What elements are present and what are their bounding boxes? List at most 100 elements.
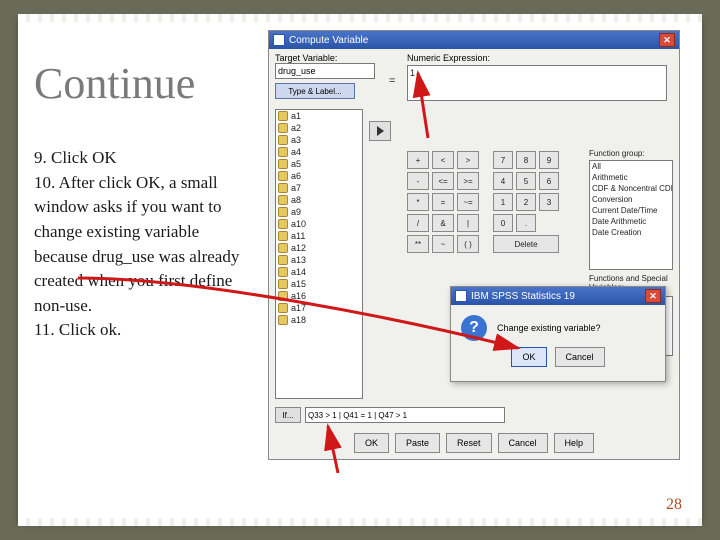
calc-key[interactable]: 7 [493,151,513,169]
calc-key[interactable]: > [457,151,479,169]
target-variable-area: Target Variable: Type & Label... [275,53,385,99]
variable-icon [278,159,288,169]
calc-key[interactable]: | [457,214,479,232]
calc-key[interactable]: . [516,214,536,232]
variable-item[interactable]: a15 [276,278,362,290]
function-group-item[interactable]: CDF & Noncentral CDF [590,183,672,194]
variable-item[interactable]: a12 [276,242,362,254]
confirm-message-row: ? Change existing variable? [451,305,665,347]
calc-key[interactable]: / [407,214,429,232]
function-group-item[interactable]: All [590,161,672,172]
variable-item[interactable]: a7 [276,182,362,194]
ok-button[interactable]: OK [354,433,389,453]
calc-key[interactable]: = [432,193,454,211]
confirm-ok-button[interactable]: OK [511,347,546,367]
variable-item[interactable]: a18 [276,314,362,326]
variable-item[interactable]: a4 [276,146,362,158]
confirm-titlebar[interactable]: IBM SPSS Statistics 19 ✕ [451,287,665,305]
variable-label: a11 [291,231,305,241]
confirm-cancel-button[interactable]: Cancel [555,347,605,367]
calc-key[interactable]: - [407,172,429,190]
calc-key[interactable]: & [432,214,454,232]
variable-item[interactable]: a3 [276,134,362,146]
variable-icon [278,135,288,145]
variable-item[interactable]: a13 [276,254,362,266]
function-group-label: Function group: [589,149,673,158]
move-to-expression-button[interactable] [369,121,391,141]
variable-label: a17 [291,303,306,313]
variable-icon [278,195,288,205]
variable-item[interactable]: a17 [276,302,362,314]
function-group-item[interactable]: Conversion [590,194,672,205]
compute-body: Target Variable: Type & Label... = Numer… [269,49,679,459]
calc-key[interactable]: 0 [493,214,513,232]
calc-key[interactable]: >= [457,172,479,190]
type-and-label-button[interactable]: Type & Label... [275,83,355,99]
variable-item[interactable]: a5 [276,158,362,170]
compute-variable-dialog: Compute Variable ✕ Target Variable: Type… [268,30,680,460]
if-button[interactable]: If... [275,407,301,423]
variable-label: a10 [291,219,306,229]
variable-item[interactable]: a9 [276,206,362,218]
variable-item[interactable]: a6 [276,170,362,182]
calc-key[interactable]: 9 [539,151,559,169]
calc-key[interactable]: Delete [493,235,559,253]
variable-icon [278,267,288,277]
calc-key[interactable]: ~ [432,235,454,253]
variable-label: a12 [291,243,306,253]
slide-body: 9. Click OK 10. After click OK, a small … [34,146,244,343]
variable-icon [278,147,288,157]
question-icon: ? [461,315,487,341]
function-group-item[interactable]: Current Date/Time [590,205,672,216]
variable-icon [278,243,288,253]
close-icon[interactable]: ✕ [659,33,675,47]
variable-item[interactable]: a14 [276,266,362,278]
variable-label: a3 [291,135,301,145]
variable-icon [278,171,288,181]
calc-key[interactable]: < [432,151,454,169]
variable-item[interactable]: a16 [276,290,362,302]
numeric-expression-input[interactable]: 1 [407,65,667,101]
if-condition-input[interactable] [305,407,505,423]
variable-item[interactable]: a2 [276,122,362,134]
calc-key[interactable]: ~= [457,193,479,211]
variable-item[interactable]: a11 [276,230,362,242]
calc-key[interactable]: 8 [516,151,536,169]
slide-background: Continue 9. Click OK 10. After click OK,… [0,0,720,540]
calc-key[interactable]: 1 [493,193,513,211]
calc-key[interactable]: 2 [516,193,536,211]
cancel-button[interactable]: Cancel [498,433,548,453]
variable-list[interactable]: a1a2a3a4a5a6a7a8a9a10a11a12a13a14a15a16a… [275,109,363,399]
variable-item[interactable]: a10 [276,218,362,230]
calc-key[interactable]: ** [407,235,429,253]
function-group-item[interactable]: Arithmetic [590,172,672,183]
function-group-list[interactable]: AllArithmeticCDF & Noncentral CDFConvers… [589,160,673,270]
close-icon[interactable]: ✕ [645,289,661,303]
variable-item[interactable]: a8 [276,194,362,206]
variable-label: a1 [291,111,301,121]
calc-key[interactable]: 5 [516,172,536,190]
help-button[interactable]: Help [554,433,595,453]
variable-item[interactable]: a1 [276,110,362,122]
calc-key[interactable]: <= [432,172,454,190]
function-group-item[interactable]: Date Arithmetic [590,216,672,227]
calc-key[interactable]: * [407,193,429,211]
confirm-button-row: OK Cancel [451,347,665,375]
confirm-dialog: IBM SPSS Statistics 19 ✕ ? Change existi… [450,286,666,382]
numeric-expression-area: Numeric Expression: 1 [407,53,667,101]
compute-titlebar[interactable]: Compute Variable ✕ [269,31,679,49]
paste-button[interactable]: Paste [395,433,440,453]
target-variable-input[interactable] [275,63,375,79]
variable-icon [278,207,288,217]
function-group-item[interactable]: Date Creation [590,227,672,238]
calculator-pad: +<>789 -<=>= 456 *=~= 123 /&| 0. **~( ) Delete [407,151,587,274]
calc-key[interactable]: 4 [493,172,513,190]
calc-key[interactable]: ( ) [457,235,479,253]
calc-key[interactable]: 3 [539,193,559,211]
calc-key[interactable]: 6 [539,172,559,190]
calc-key[interactable]: + [407,151,429,169]
variable-label: a8 [291,195,301,205]
slide-title: Continue [34,58,195,109]
variable-label: a5 [291,159,301,169]
reset-button[interactable]: Reset [446,433,492,453]
